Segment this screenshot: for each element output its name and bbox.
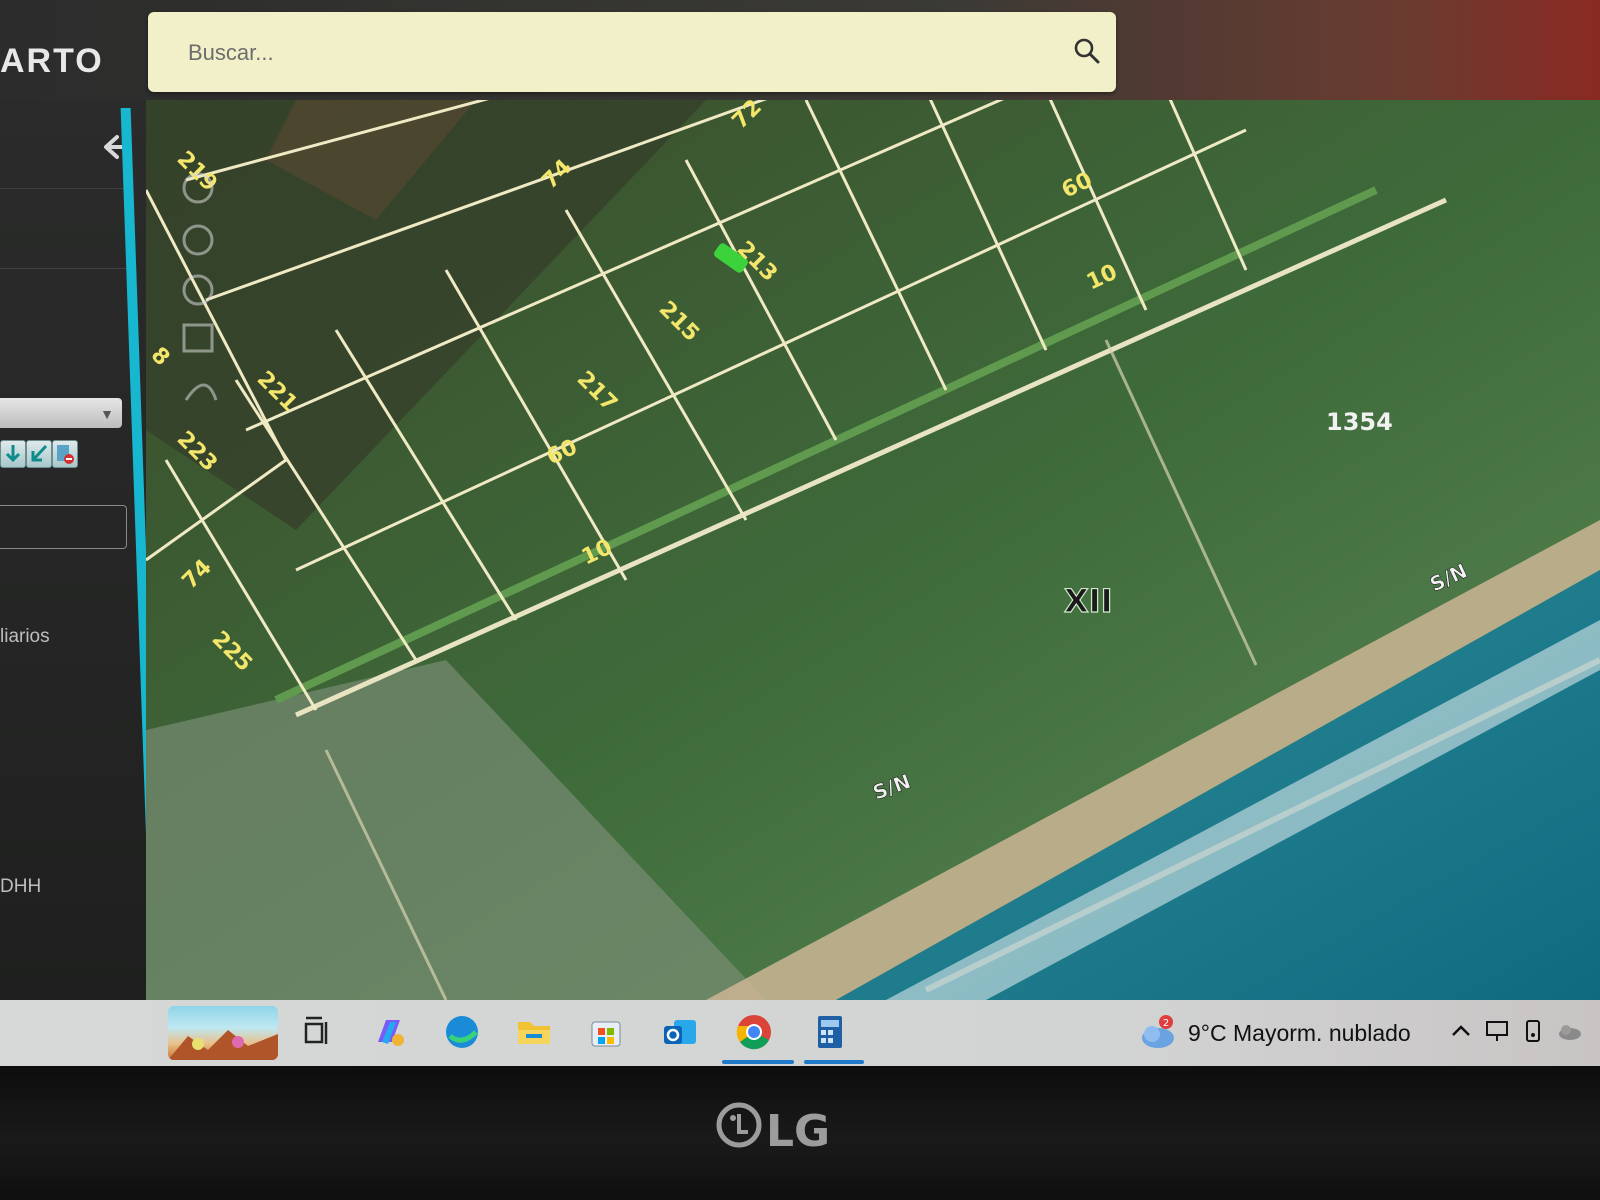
monitor-bezel: LG <box>0 1066 1600 1200</box>
lg-emblem-icon <box>716 1102 762 1148</box>
outlook-icon[interactable] <box>660 1012 700 1052</box>
file-explorer-icon[interactable] <box>514 1012 554 1052</box>
layer-select[interactable]: ▼ <box>0 398 122 428</box>
weather-badge: 2 <box>1163 1018 1169 1029</box>
lg-logo: LG <box>716 1102 856 1162</box>
arrow-icon <box>31 444 48 462</box>
download-button[interactable] <box>0 440 26 468</box>
weather-text[interactable]: 9°C Mayorm. nublado <box>1188 1020 1411 1047</box>
copilot-icon[interactable] <box>370 1012 410 1052</box>
landscape-icon <box>168 1030 278 1060</box>
running-app-indicator <box>804 1060 864 1064</box>
brand-text: LG <box>766 1106 831 1157</box>
zoom-to-button[interactable] <box>26 440 52 468</box>
remove-layer-button[interactable] <box>52 440 78 468</box>
sector-label: XII <box>1064 582 1112 620</box>
sidebar-item-label[interactable]: liarios <box>0 626 50 648</box>
active-app-indicator <box>722 1060 794 1064</box>
sidebar-item-label[interactable]: DHH <box>0 876 41 898</box>
download-icon <box>5 445 21 463</box>
app-title: ARTO <box>0 42 104 80</box>
store-icon[interactable] <box>586 1012 626 1052</box>
chevron-down-icon: ▼ <box>100 406 114 422</box>
sidebar-divider <box>0 188 130 189</box>
onedrive-icon[interactable] <box>1556 1018 1582 1044</box>
weather-cloud-icon[interactable]: 2 <box>1138 1014 1178 1050</box>
chrome-icon[interactable] <box>734 1012 774 1052</box>
network-icon[interactable] <box>1484 1018 1510 1044</box>
remove-icon <box>57 445 74 464</box>
windows-taskbar: 2 9°C Mayorm. nublado <box>0 1000 1600 1066</box>
map-canvas[interactable]: 74 72 57 60 213 215 217 219 221 223 225 … <box>146 100 1600 1000</box>
widgets-button[interactable] <box>168 1006 278 1060</box>
search-box[interactable] <box>148 12 1116 92</box>
sidebar-divider <box>0 268 130 269</box>
search-input[interactable] <box>186 34 1040 72</box>
sidebar-text-field[interactable] <box>0 505 127 549</box>
calculator-icon[interactable] <box>810 1012 850 1052</box>
map-view[interactable]: 74 72 57 60 213 215 217 219 221 223 225 … <box>146 100 1600 1000</box>
parcel-number-label: 1354 <box>1326 408 1393 436</box>
device-icon[interactable] <box>1520 1018 1546 1044</box>
search-icon[interactable] <box>1072 36 1102 66</box>
task-view-icon[interactable] <box>298 1012 338 1052</box>
edge-icon[interactable] <box>442 1012 482 1052</box>
chevron-up-icon[interactable] <box>1448 1018 1474 1044</box>
app-header: ARTO <box>0 0 1600 100</box>
